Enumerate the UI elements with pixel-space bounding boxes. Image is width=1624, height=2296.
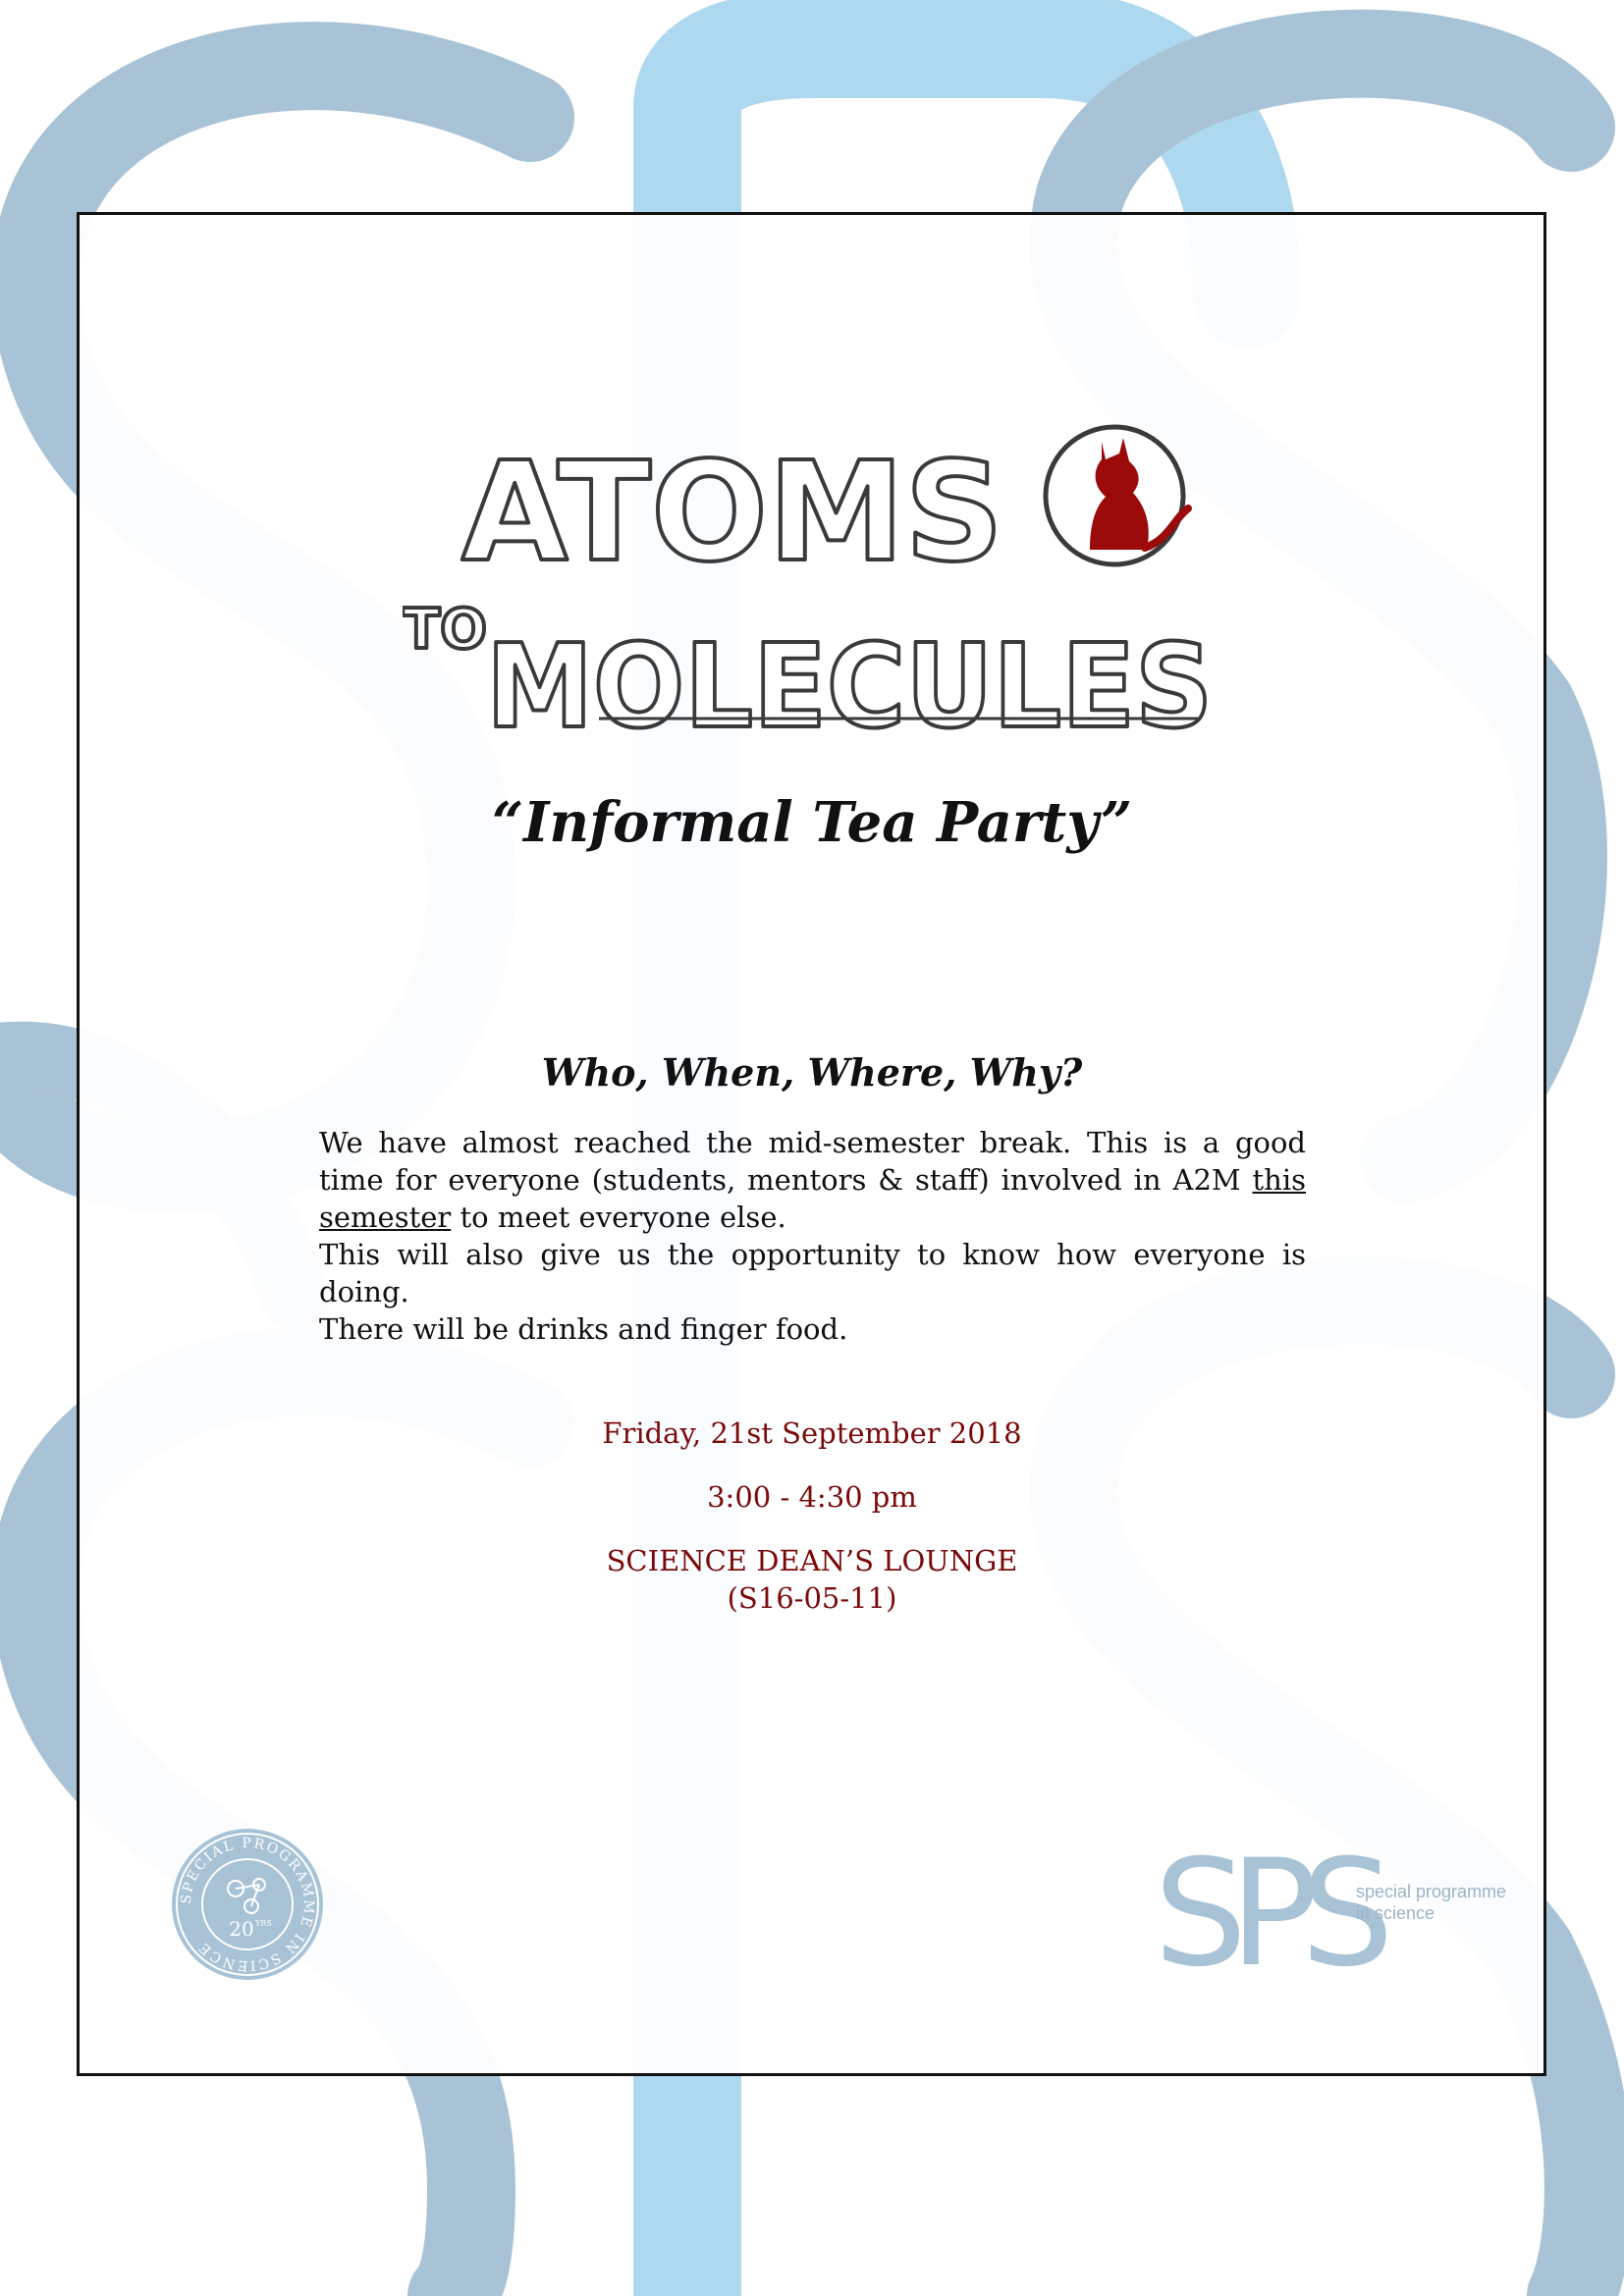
intro-text-end: to meet everyone else. [451, 1201, 786, 1234]
event-date: Friday, 21st September 2018 [602, 1416, 1022, 1450]
paragraph-purpose: This will also give us the opportunity t… [319, 1238, 1306, 1308]
cat-icon [1043, 424, 1192, 567]
event-time: 3:00 - 4:30 pm [707, 1480, 917, 1514]
sps-tagline-2: in science [1356, 1903, 1435, 1923]
event-room: (S16-05-11) [727, 1581, 897, 1615]
paragraph-intro: We have almost reached the mid-semester … [319, 1124, 1306, 1236]
description-text: We have almost reached the mid-semester … [319, 1124, 1306, 1348]
event-venue: SCIENCE DEAN’S LOUNGE [606, 1544, 1018, 1577]
paragraph-food: There will be drinks and finger food. [319, 1312, 848, 1346]
logo-word-to: TO [403, 598, 487, 662]
logo-word-molecules: MOLECULES [486, 618, 1213, 754]
logo-word-atoms: ATOMS [461, 433, 1003, 593]
sps-tagline-1: special programme [1356, 1882, 1507, 1901]
atoms-to-molecules-logo: ATOMS TO MOLECULES [403, 424, 1215, 756]
seal-center-sup: YRS [254, 1919, 272, 1928]
section-heading: Who, When, Where, Why? [541, 1050, 1083, 1095]
seal-center-number: 20 [229, 1917, 253, 1941]
sps-logo: SPS special programme in science [1154, 1841, 1507, 1988]
page-title: “Informal Tea Party” [491, 790, 1133, 855]
sps-letters: SPS [1154, 1829, 1394, 2000]
sps-20-years-seal: SPECIAL PROGRAMME IN SCIENCE 20 YRS [172, 1829, 323, 1980]
intro-text: We have almost reached the mid-semester … [319, 1126, 1306, 1197]
